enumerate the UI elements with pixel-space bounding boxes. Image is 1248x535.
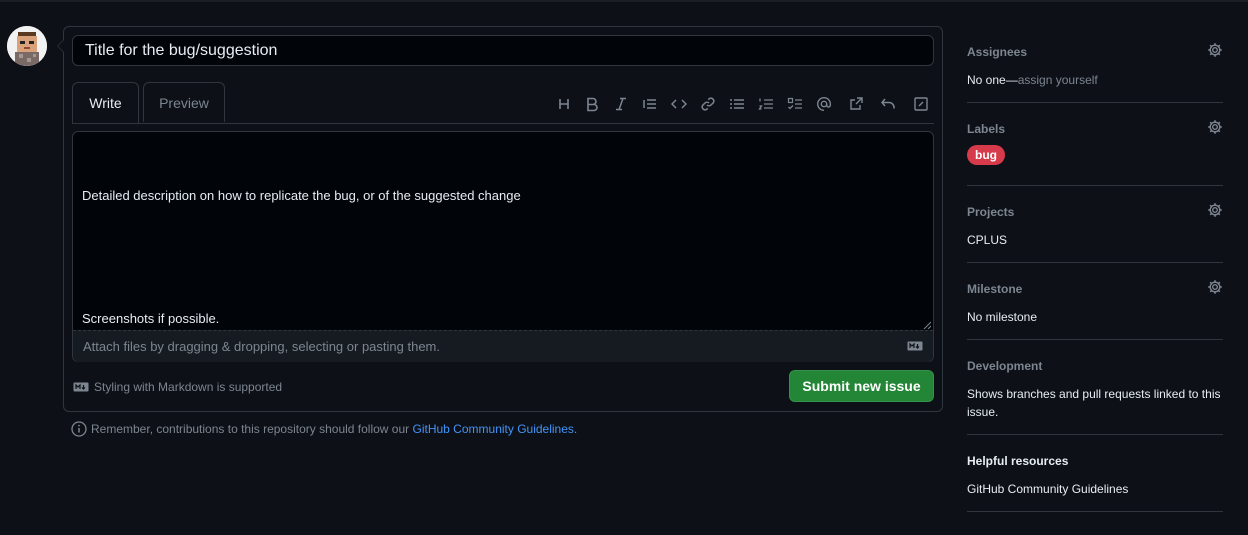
community-guidelines-link[interactable]: GitHub Community Guidelines xyxy=(413,422,574,436)
body-line-2: Screenshots if possible. xyxy=(82,311,220,326)
assignees-heading: Assignees xyxy=(967,45,1028,59)
projects-heading: Projects xyxy=(967,205,1015,219)
assignees-value: No one—assign yourself xyxy=(967,71,1223,89)
avatar-image xyxy=(7,26,47,66)
divider xyxy=(967,262,1223,263)
reminder-text: Remember, contributions to this reposito… xyxy=(91,422,413,436)
assign-yourself-link[interactable]: assign yourself xyxy=(1018,73,1098,87)
gear-icon[interactable] xyxy=(1207,279,1223,295)
helpful-resources-heading: Helpful resources xyxy=(967,454,1069,468)
comment-caret-inner xyxy=(58,40,64,52)
divider xyxy=(967,185,1223,186)
tab-preview[interactable]: Preview xyxy=(143,82,225,122)
issue-form: Write Preview xyxy=(57,26,943,412)
markdown-icon xyxy=(907,341,923,351)
heading-icon[interactable] xyxy=(554,94,574,114)
reminder-suffix: . xyxy=(573,422,578,436)
markdown-icon xyxy=(73,382,89,392)
labels-heading: Labels xyxy=(967,122,1006,136)
info-icon xyxy=(71,421,87,437)
label-bug[interactable]: bug xyxy=(967,145,1005,165)
gear-icon[interactable] xyxy=(1207,202,1223,218)
projects-value[interactable]: CPLUS xyxy=(967,231,1223,249)
task-list-icon[interactable] xyxy=(785,94,805,114)
user-avatar[interactable] xyxy=(7,26,47,66)
divider xyxy=(967,339,1223,340)
no-one-text: No one— xyxy=(967,73,1018,87)
editor-tabs: Write Preview xyxy=(72,82,934,124)
divider xyxy=(967,102,1223,103)
development-heading: Development xyxy=(967,359,1043,373)
labels-list: bug xyxy=(967,145,1223,165)
sidebar-guidelines-link[interactable]: GitHub Community Guidelines xyxy=(967,480,1223,498)
issue-body-editor[interactable]: Detailed description on how to replicate… xyxy=(72,131,934,362)
top-border xyxy=(0,0,1248,2)
cross-reference-icon[interactable] xyxy=(846,94,866,114)
issue-title-input[interactable] xyxy=(72,35,934,66)
resize-grip-icon[interactable] xyxy=(923,321,931,329)
issue-body-textarea[interactable]: Detailed description on how to replicate… xyxy=(82,145,922,335)
italic-icon[interactable] xyxy=(611,94,631,114)
milestone-value: No milestone xyxy=(967,310,1038,324)
submit-new-issue-button[interactable]: Submit new issue xyxy=(789,370,934,402)
bold-icon[interactable] xyxy=(582,94,602,114)
divider xyxy=(967,511,1223,512)
gear-icon[interactable] xyxy=(1207,42,1223,58)
attach-files-bar[interactable]: Attach files by dragging & dropping, sel… xyxy=(73,330,933,362)
gear-icon[interactable] xyxy=(1207,119,1223,135)
tab-write[interactable]: Write xyxy=(72,82,139,123)
milestone-heading: Milestone xyxy=(967,282,1023,296)
attach-files-text: Attach files by dragging & dropping, sel… xyxy=(83,339,440,354)
unordered-list-icon[interactable] xyxy=(727,94,747,114)
code-icon[interactable] xyxy=(669,94,689,114)
divider xyxy=(967,434,1223,435)
link-icon[interactable] xyxy=(698,94,718,114)
body-line-1: Detailed description on how to replicate… xyxy=(82,188,521,203)
development-value: Shows branches and pull requests linked … xyxy=(967,387,1221,419)
ordered-list-icon[interactable] xyxy=(756,94,776,114)
mention-icon[interactable] xyxy=(814,94,834,114)
quote-icon[interactable] xyxy=(640,94,660,114)
undo-icon[interactable] xyxy=(878,94,898,114)
fullscreen-icon[interactable] xyxy=(911,94,931,114)
markdown-support-label: Styling with Markdown is supported xyxy=(94,380,283,394)
